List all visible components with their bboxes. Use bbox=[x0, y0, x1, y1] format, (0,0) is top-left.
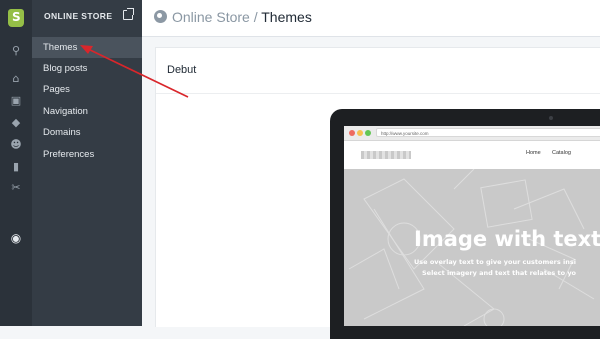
annotation-arrow bbox=[80, 45, 189, 98]
